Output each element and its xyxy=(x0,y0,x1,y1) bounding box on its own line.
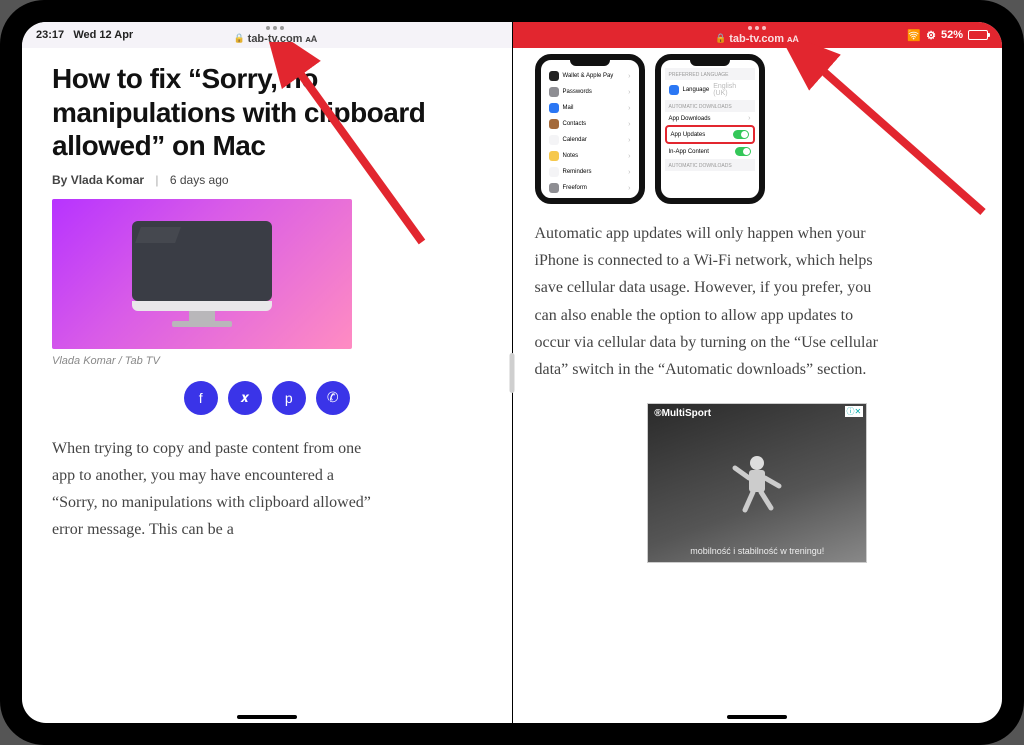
climber-illustration xyxy=(727,448,787,518)
phone-mock-right: PREFERRED LANGUAGE Language English (UK)… xyxy=(655,54,765,204)
hero-image xyxy=(52,199,352,349)
multitask-dots-icon[interactable] xyxy=(748,26,766,30)
status-time: 23:17 xyxy=(36,29,64,41)
hero-caption: Vlada Komar / Tab TV xyxy=(52,355,482,367)
article-left: How to fix “Sorry, no manipulations with… xyxy=(22,48,512,544)
article-body-left: When trying to copy and paste content fr… xyxy=(52,435,382,544)
address-bar-left[interactable]: 🔒 tab-tv.com ᴀA xyxy=(233,33,317,45)
share-pinterest-button[interactable]: p xyxy=(272,381,306,415)
settings-group: Automatic Downloads xyxy=(665,100,755,112)
ad-choices-icon[interactable]: ⓘ✕ xyxy=(845,406,864,417)
ad-brand: ®MultiSport xyxy=(654,408,711,419)
lock-icon: 🔒 xyxy=(233,33,244,44)
split-view-right-pane: 🔒 tab-tv.com ᴀA 🛜 ⚙ 52% xyxy=(513,22,1003,723)
settings-row-app-downloads: App Downloads› xyxy=(665,112,755,125)
status-bar-left: 23:17 Wed 12 Apr 🔒 tab-tv.com ᴀA xyxy=(22,22,512,48)
article-right: Wallet & Apple Pay›Passwords›Mail›Contac… xyxy=(513,48,1003,563)
url-text: tab-tv.com xyxy=(248,33,303,45)
split-view-left-pane: 23:17 Wed 12 Apr 🔒 tab-tv.com ᴀA xyxy=(22,22,513,723)
status-date: Wed 12 Apr xyxy=(73,29,133,41)
settings-row: Passwords› xyxy=(545,84,635,100)
battery-percent: 52% xyxy=(941,29,963,41)
address-bar-right[interactable]: 🔒 tab-tv.com ᴀA xyxy=(715,33,799,45)
status-time-date: 23:17 Wed 12 Apr xyxy=(36,29,133,41)
share-row: f 𝒙 p ✆ xyxy=(52,381,482,415)
monitor-illustration xyxy=(132,221,272,327)
ipad-frame: 23:17 Wed 12 Apr 🔒 tab-tv.com ᴀA xyxy=(0,0,1024,745)
battery-icon xyxy=(968,30,988,40)
toggle-on-icon xyxy=(735,147,751,156)
lock-icon: 🔒 xyxy=(715,33,726,44)
settings-row: Reminders› xyxy=(545,164,635,180)
ad-unit[interactable]: ®MultiSport ⓘ✕ mobilność i stabilność w … xyxy=(647,403,867,563)
settings-row: Voice Memos› xyxy=(545,196,635,204)
orientation-lock-icon: ⚙ xyxy=(926,29,936,42)
settings-row: Notes› xyxy=(545,148,635,164)
reader-icon: ᴀA xyxy=(787,34,799,44)
status-bar-right: 🔒 tab-tv.com ᴀA 🛜 ⚙ 52% xyxy=(513,22,1003,48)
article-byline: By Vlada Komar | 6 days ago xyxy=(52,173,482,187)
by-label: By xyxy=(52,173,67,187)
phone-screenshots: Wallet & Apple Pay›Passwords›Mail›Contac… xyxy=(535,54,981,204)
article-body-right: Automatic app updates will only happen w… xyxy=(535,220,885,383)
share-whatsapp-button[interactable]: ✆ xyxy=(316,381,350,415)
multitask-dots-icon[interactable] xyxy=(266,26,284,30)
share-facebook-button[interactable]: f xyxy=(184,381,218,415)
ipad-screen: 23:17 Wed 12 Apr 🔒 tab-tv.com ᴀA xyxy=(22,22,1002,723)
toggle-on-icon xyxy=(733,130,749,139)
article-title: How to fix “Sorry, no manipulations with… xyxy=(52,62,482,163)
wifi-icon: 🛜 xyxy=(907,29,921,42)
settings-row: Calendar› xyxy=(545,132,635,148)
settings-group: Automatic Downloads xyxy=(665,159,755,171)
phone-mock-left: Wallet & Apple Pay›Passwords›Mail›Contac… xyxy=(535,54,645,204)
settings-group: PREFERRED LANGUAGE xyxy=(665,68,755,80)
author-name: Vlada Komar xyxy=(71,173,144,187)
home-indicator[interactable] xyxy=(237,715,297,719)
settings-row: Mail› xyxy=(545,100,635,116)
home-indicator[interactable] xyxy=(727,715,787,719)
article-age: 6 days ago xyxy=(170,173,229,187)
split-view-divider[interactable] xyxy=(510,353,515,393)
ad-caption: mobilność i stabilność w treningu! xyxy=(648,546,866,556)
reader-icon: ᴀA xyxy=(305,34,317,44)
settings-row-inapp: In-App Content xyxy=(665,144,755,159)
share-twitter-button[interactable]: 𝒙 xyxy=(228,381,262,415)
settings-row: Wallet & Apple Pay› xyxy=(545,68,635,84)
settings-row-app-updates: App Updates xyxy=(665,125,755,144)
settings-row: Contacts› xyxy=(545,116,635,132)
settings-row: Freeform› xyxy=(545,180,635,196)
url-text: tab-tv.com xyxy=(729,33,784,45)
settings-row-language: Language English (UK) xyxy=(665,80,755,100)
